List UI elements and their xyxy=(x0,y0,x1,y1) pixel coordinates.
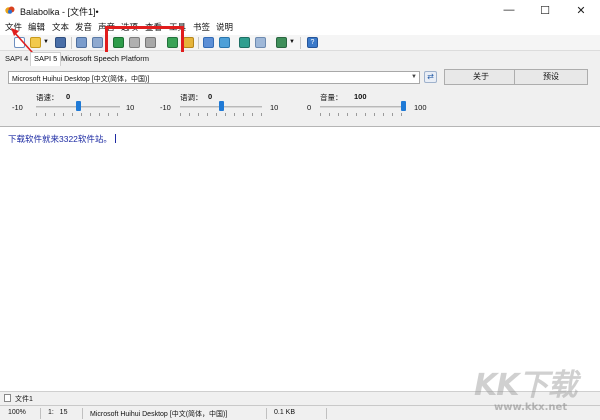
status-position: 1: 15 xyxy=(48,409,68,416)
voice-select-value: Microsoft Huihui Desktop [中文(简体，中国)] xyxy=(12,76,150,83)
split-file-icon[interactable] xyxy=(255,37,266,48)
text-caret xyxy=(114,134,116,143)
engine-tabs: SAPI 4 SAPI 5 Microsoft Speech Platform xyxy=(0,52,600,66)
voice-settings-icon[interactable] xyxy=(219,37,230,48)
new-document-icon[interactable] xyxy=(14,37,25,48)
rate-max: 10 xyxy=(126,103,135,112)
volume-max: 100 xyxy=(414,103,427,112)
editor-content: 下载软件就来3322软件站。 xyxy=(8,133,116,145)
dropdown-arrow-icon[interactable]: ▼ xyxy=(289,37,295,48)
tab-speech-platform[interactable]: Microsoft Speech Platform xyxy=(61,54,149,63)
status-voice: Microsoft Huihui Desktop [中文(简体，中国)] xyxy=(90,411,228,418)
close-button[interactable]: ✕ xyxy=(563,0,599,20)
toolbar-separator xyxy=(198,37,199,49)
status-size: 0.1 KB xyxy=(274,409,296,416)
pitch-min: -10 xyxy=(160,103,171,112)
text-view-icon[interactable] xyxy=(203,37,214,48)
tab-sapi5[interactable]: SAPI 5 xyxy=(30,52,62,66)
toolbar-separator xyxy=(300,37,301,49)
watermark-url: www.kkx.net xyxy=(494,402,568,413)
app-window: Balabolka - [文件1]• — ☐ ✕ 文件 编辑 文本 发音 声音 … xyxy=(0,0,600,420)
toolbar: ▼ ▼ ? xyxy=(0,35,600,51)
refresh-voices-button[interactable]: ⇄ xyxy=(424,71,437,83)
balabolka-logo-icon xyxy=(5,6,15,14)
clipboard-read-icon[interactable] xyxy=(92,37,103,48)
menu-file[interactable]: 文件 xyxy=(5,21,22,33)
open-file-icon[interactable] xyxy=(183,37,194,48)
menu-help[interactable]: 说明 xyxy=(216,21,233,33)
document-icon xyxy=(4,394,11,402)
dropdown-arrow-icon[interactable]: ▼ xyxy=(43,37,49,48)
pitch-label: 语调： xyxy=(180,93,203,102)
window-title: Balabolka - [文件1]• xyxy=(20,7,99,17)
pitch-slider[interactable] xyxy=(180,101,262,116)
rate-value: 0 xyxy=(66,92,71,101)
pitch-value: 0 xyxy=(208,92,213,101)
rate-slider[interactable] xyxy=(36,101,120,116)
rate-label: 语速： xyxy=(36,93,59,102)
volume-slider[interactable] xyxy=(320,101,406,116)
rate-min: -10 xyxy=(12,103,23,112)
title-bar: Balabolka - [文件1]• — ☐ ✕ xyxy=(0,0,600,20)
volume-min: 0 xyxy=(307,103,312,112)
refresh-icon: ⇄ xyxy=(427,72,434,81)
menu-bar: 文件 编辑 文本 发音 声音 选项 查看 工具 书签 说明 xyxy=(0,20,600,35)
save-audio-icon[interactable] xyxy=(239,37,250,48)
watermark-logo: KK下载 xyxy=(474,368,577,403)
rate-slider-thumb[interactable] xyxy=(76,101,81,111)
document-tab-label: 文件1 xyxy=(15,396,33,403)
minimize-button[interactable]: — xyxy=(491,0,527,20)
editor-text-line: 下载软件就来3322软件站。 xyxy=(8,134,112,144)
volume-slider-thumb[interactable] xyxy=(401,101,406,111)
maximize-button[interactable]: ☐ xyxy=(527,0,563,20)
volume-value: 100 xyxy=(354,92,367,101)
open-folder-icon[interactable] xyxy=(30,37,41,48)
close-icon: ✕ xyxy=(576,4,586,17)
pitch-slider-thumb[interactable] xyxy=(219,101,224,111)
text-editor[interactable]: 下载软件就来3322软件站。 xyxy=(0,126,600,392)
status-zoom: 100% xyxy=(8,409,26,416)
menu-edit[interactable]: 编辑 xyxy=(28,21,45,33)
volume-label: 音量： xyxy=(320,93,343,102)
batch-convert-icon[interactable] xyxy=(276,37,287,48)
tab-sapi4[interactable]: SAPI 4 xyxy=(5,54,28,63)
minimize-icon: — xyxy=(503,4,515,16)
document-tab[interactable]: 文件1 xyxy=(4,393,33,405)
print-icon[interactable] xyxy=(76,37,87,48)
help-icon[interactable]: ? xyxy=(307,37,318,48)
watermark: KK下载 www.kkx.net xyxy=(474,360,594,418)
chevron-down-icon: ▼ xyxy=(411,74,417,80)
pitch-max: 10 xyxy=(270,103,279,112)
menu-bookmarks[interactable]: 书签 xyxy=(193,21,210,33)
toolbar-separator xyxy=(71,37,72,49)
menu-text[interactable]: 文本 xyxy=(52,21,69,33)
maximize-icon: ☐ xyxy=(540,4,550,17)
about-button[interactable]: 关于 xyxy=(444,69,518,85)
voice-select[interactable]: Microsoft Huihui Desktop [中文(简体，中国)] ▼ xyxy=(8,71,420,84)
menu-pronunciation[interactable]: 发音 xyxy=(75,21,92,33)
preset-button[interactable]: 预设 xyxy=(514,69,588,85)
save-icon[interactable] xyxy=(55,37,66,48)
